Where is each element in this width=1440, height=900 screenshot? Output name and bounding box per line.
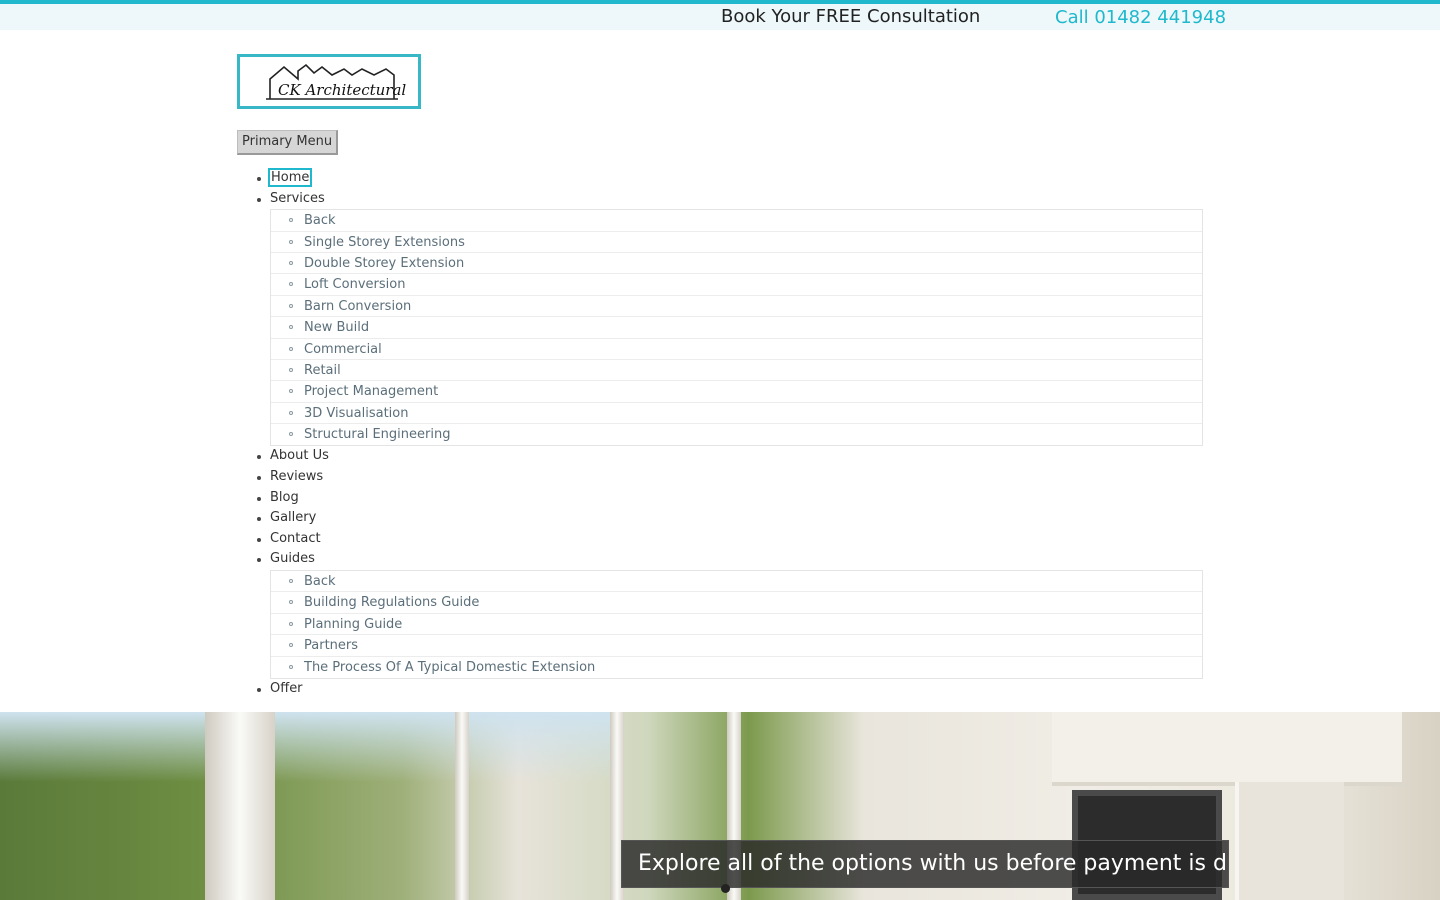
nav-link-home[interactable]: Home bbox=[268, 168, 313, 187]
submenu-link-back[interactable]: Back bbox=[304, 574, 336, 589]
primary-nav: Home Services Back Single Storey Extensi… bbox=[255, 168, 1204, 700]
submenu-item[interactable]: Back bbox=[271, 210, 1202, 232]
submenu-item[interactable]: Planning Guide bbox=[271, 614, 1202, 636]
nav-link-gallery[interactable]: Gallery bbox=[270, 510, 316, 525]
submenu-link-double-storey[interactable]: Double Storey Extension bbox=[304, 256, 464, 271]
hero-shelf bbox=[1235, 782, 1344, 900]
nav-link-offer[interactable]: Offer bbox=[270, 681, 303, 696]
nav-link-blog[interactable]: Blog bbox=[270, 490, 299, 505]
submenu-link-building-regs[interactable]: Building Regulations Guide bbox=[304, 595, 479, 610]
submenu-item[interactable]: 3D Visualisation bbox=[271, 403, 1202, 425]
submenu-link-planning[interactable]: Planning Guide bbox=[304, 617, 402, 632]
submenu-item[interactable]: Project Management bbox=[271, 381, 1202, 403]
submenu-item[interactable]: Loft Conversion bbox=[271, 274, 1202, 296]
hero-sky bbox=[0, 712, 620, 782]
submenu-item[interactable]: Partners bbox=[271, 635, 1202, 657]
top-bar: Book Your FREE Consultation Call 01482 4… bbox=[0, 0, 1440, 30]
logo-wordmark: CK Architectural bbox=[278, 81, 406, 99]
hero-column bbox=[205, 712, 275, 900]
primary-menu-button[interactable]: Primary Menu bbox=[237, 130, 339, 155]
phone-link[interactable]: Call 01482 441948 bbox=[1055, 7, 1226, 28]
submenu-link-partners[interactable]: Partners bbox=[304, 638, 358, 653]
nav-item-reviews[interactable]: Reviews bbox=[255, 467, 1204, 488]
services-submenu: Back Single Storey Extensions Double Sto… bbox=[270, 209, 1203, 447]
submenu-link-back[interactable]: Back bbox=[304, 213, 336, 228]
hero-cabinet bbox=[1052, 712, 1402, 786]
submenu-item[interactable]: Back bbox=[271, 571, 1202, 593]
submenu-link-loft[interactable]: Loft Conversion bbox=[304, 277, 405, 292]
submenu-link-commercial[interactable]: Commercial bbox=[304, 342, 382, 357]
submenu-link-structural[interactable]: Structural Engineering bbox=[304, 427, 450, 442]
submenu-item[interactable]: The Process Of A Typical Domestic Extens… bbox=[271, 657, 1202, 678]
submenu-link-project-management[interactable]: Project Management bbox=[304, 384, 438, 399]
submenu-item[interactable]: Barn Conversion bbox=[271, 296, 1202, 318]
slider-dot[interactable] bbox=[721, 884, 730, 893]
submenu-link-new-build[interactable]: New Build bbox=[304, 320, 369, 335]
nav-link-about[interactable]: About Us bbox=[270, 448, 329, 463]
consultation-link[interactable]: Book Your FREE Consultation bbox=[721, 6, 980, 27]
nav-item-gallery[interactable]: Gallery bbox=[255, 508, 1204, 529]
guides-submenu: Back Building Regulations Guide Planning… bbox=[270, 570, 1203, 679]
submenu-link-process[interactable]: The Process Of A Typical Domestic Extens… bbox=[304, 660, 595, 675]
hero-column bbox=[455, 712, 469, 900]
nav-link-guides[interactable]: Guides bbox=[270, 551, 315, 566]
submenu-item[interactable]: Structural Engineering bbox=[271, 424, 1202, 445]
submenu-item[interactable]: Retail bbox=[271, 360, 1202, 382]
submenu-item[interactable]: Commercial bbox=[271, 339, 1202, 360]
nav-link-contact[interactable]: Contact bbox=[270, 531, 321, 546]
submenu-item[interactable]: Double Storey Extension bbox=[271, 253, 1202, 275]
nav-item-offer[interactable]: Offer bbox=[255, 679, 1204, 700]
submenu-item[interactable]: Building Regulations Guide bbox=[271, 592, 1202, 614]
submenu-item[interactable]: New Build bbox=[271, 317, 1202, 339]
nav-item-blog[interactable]: Blog bbox=[255, 488, 1204, 509]
logo-house-icon: CK Architectural bbox=[266, 63, 406, 100]
submenu-item[interactable]: Single Storey Extensions bbox=[271, 232, 1202, 253]
slide-caption: Explore all of the options with us befor… bbox=[621, 840, 1229, 888]
submenu-link-barn[interactable]: Barn Conversion bbox=[304, 299, 411, 314]
site-logo[interactable]: CK Architectural bbox=[237, 54, 421, 109]
nav-item-services[interactable]: Services bbox=[255, 189, 1204, 210]
nav-link-reviews[interactable]: Reviews bbox=[270, 469, 323, 484]
submenu-link-3d-visualisation[interactable]: 3D Visualisation bbox=[304, 406, 408, 421]
submenu-link-retail[interactable]: Retail bbox=[304, 363, 341, 378]
submenu-link-single-storey[interactable]: Single Storey Extensions bbox=[304, 235, 465, 250]
nav-item-guides[interactable]: Guides bbox=[255, 549, 1204, 570]
nav-item-about[interactable]: About Us bbox=[255, 446, 1204, 467]
nav-link-services[interactable]: Services bbox=[270, 191, 325, 206]
nav-item-contact[interactable]: Contact bbox=[255, 529, 1204, 550]
nav-item-home[interactable]: Home bbox=[255, 168, 1204, 189]
